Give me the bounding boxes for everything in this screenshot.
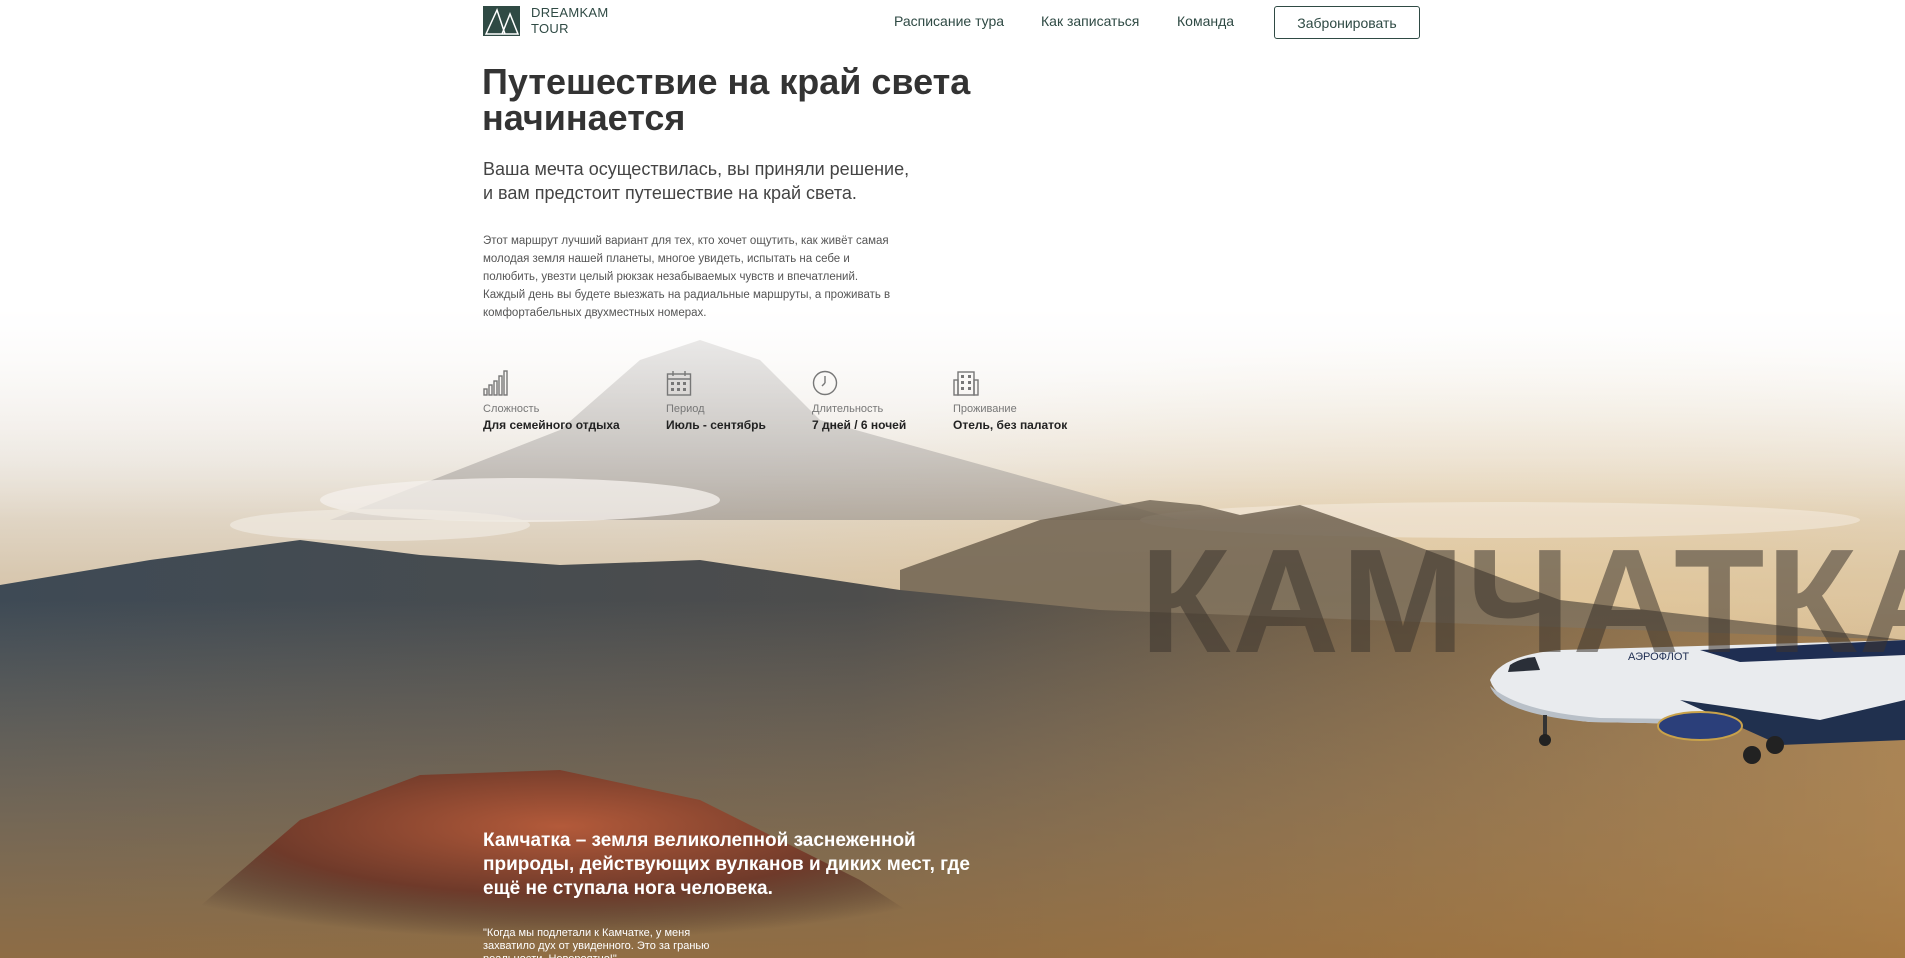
nav-item-team[interactable]: Команда bbox=[1177, 13, 1234, 29]
book-button[interactable]: Забронировать bbox=[1274, 6, 1420, 39]
logo-line-2: TOUR bbox=[531, 21, 569, 36]
logo[interactable]: DREAMKAM TOUR bbox=[483, 5, 609, 37]
logo-line-1: DREAMKAM bbox=[531, 5, 609, 20]
description-line: комфортабельных двухместных номерах. bbox=[483, 307, 707, 319]
traveler-quote: "Когда мы подлетали к Камчатке, у меня з… bbox=[483, 927, 710, 958]
feature-label: Период bbox=[666, 403, 705, 415]
description-line: Каждый день вы будете выезжать на радиал… bbox=[483, 289, 891, 301]
nav-item-schedule[interactable]: Расписание тура bbox=[894, 13, 1004, 29]
kamchatka-watermark: КАМЧАТКА bbox=[1140, 519, 1905, 684]
calendar-icon bbox=[666, 371, 692, 396]
nav-item-how-to-register[interactable]: Как записаться bbox=[1041, 13, 1139, 29]
kamchatka-tagline: Камчатка – земля великолепной заснеженно… bbox=[483, 830, 970, 899]
page-title: Путешествие на край света начинается bbox=[482, 61, 971, 138]
feature-accommodation: Проживание Отель, без палаток bbox=[953, 370, 1067, 432]
difficulty-bars-icon bbox=[483, 370, 508, 396]
feature-label: Сложность bbox=[483, 403, 540, 415]
hero-subtitle-line-2: и вам предстоит путешествие на край свет… bbox=[483, 183, 857, 203]
feature-label: Длительность bbox=[812, 403, 884, 415]
landscape-background: АЭРОФЛОТ bbox=[0, 0, 1905, 958]
site-header: DREAMKAM TOUR Расписание тура Как записа… bbox=[0, 0, 1905, 44]
hero-subtitle-line-1: Ваша мечта осуществилась, вы приняли реш… bbox=[483, 159, 910, 179]
logo-mountain-icon bbox=[483, 6, 520, 36]
logo-text: DREAMKAM TOUR bbox=[531, 5, 609, 37]
hero-subtitle: Ваша мечта осуществилась, вы приняли реш… bbox=[483, 157, 943, 205]
kamchatka-landscape-image: АЭРОФЛОТ bbox=[0, 0, 1905, 958]
description-line: молодая земля нашей планеты, многое увид… bbox=[483, 253, 850, 265]
feature-value: Июль - сентябрь bbox=[666, 418, 766, 432]
feature-duration: Длительность 7 дней / 6 ночей bbox=[812, 370, 906, 432]
feature-period: Период Июль - сентябрь bbox=[666, 370, 766, 432]
feature-value: Отель, без палаток bbox=[953, 418, 1068, 432]
description-line: Этот маршрут лучший вариант для тех, кто… bbox=[483, 235, 889, 247]
description-line: полюбить, увезти целый рюкзак незабываем… bbox=[483, 271, 859, 283]
hero-description: Этот маршрут лучший вариант для тех, кто… bbox=[483, 232, 913, 322]
feature-difficulty: Сложность Для семейного отдыха bbox=[483, 370, 620, 432]
feature-value: Для семейного отдыха bbox=[483, 418, 620, 432]
feature-label: Проживание bbox=[953, 403, 1017, 415]
feature-value: 7 дней / 6 ночей bbox=[812, 418, 907, 432]
building-icon bbox=[953, 371, 979, 396]
clock-icon bbox=[812, 370, 838, 396]
